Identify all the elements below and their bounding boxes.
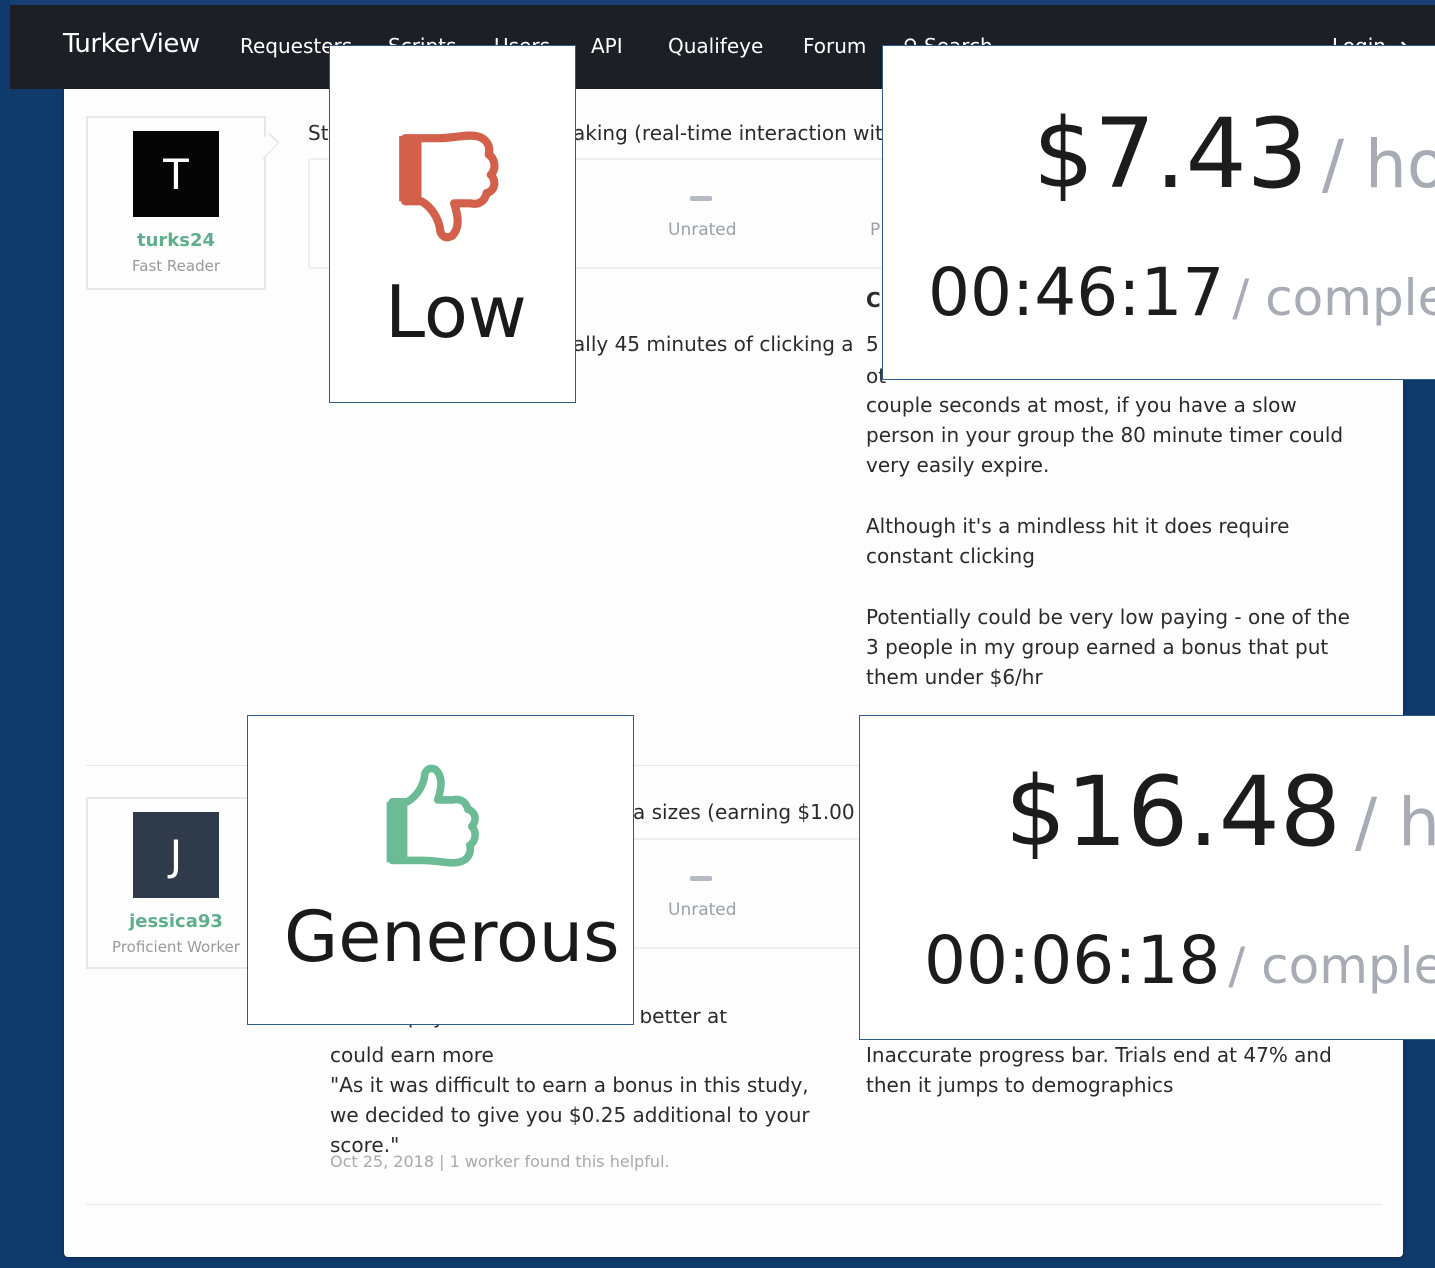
card-pointer bbox=[252, 132, 280, 160]
review-title-start: St bbox=[308, 121, 329, 145]
hourly-pay: $7.43/ hou bbox=[1033, 98, 1435, 210]
thumbs-down-icon bbox=[399, 131, 499, 242]
username[interactable]: turks24 bbox=[88, 230, 264, 251]
review-cons-paragraph: Potentially could be very low paying - o… bbox=[866, 605, 1350, 689]
completion-time: 00:06:18/ completio bbox=[924, 922, 1435, 999]
hourly-pay-unit: / hou bbox=[1321, 126, 1435, 203]
hourly-pay-value: $7.43 bbox=[1033, 98, 1308, 210]
pay-overlay: $16.48/ ho 00:06:18/ completio bbox=[859, 715, 1435, 1040]
nav-api[interactable]: API bbox=[591, 34, 623, 58]
completion-time-unit: / completio bbox=[1228, 937, 1435, 995]
avatar[interactable]: J bbox=[133, 812, 219, 898]
hourly-pay-unit: / ho bbox=[1354, 784, 1435, 861]
hourly-pay-value: $16.48 bbox=[1005, 756, 1341, 868]
review-title: aking (real-time interaction with bbox=[573, 121, 896, 145]
review-cons: couple seconds at most, if you have a sl… bbox=[866, 393, 1344, 477]
cons-heading: C bbox=[866, 288, 881, 312]
verdict-overlay: Low bbox=[329, 45, 576, 403]
rating-label-extra: P bbox=[870, 220, 881, 240]
completion-time: 00:46:17/ completio bbox=[928, 254, 1435, 331]
rating-label: Unrated bbox=[668, 220, 737, 240]
divider bbox=[86, 1204, 1382, 1205]
hourly-pay: $16.48/ ho bbox=[1005, 756, 1435, 868]
rating-label: Unrated bbox=[668, 900, 737, 920]
avatar[interactable]: T bbox=[133, 131, 219, 217]
review-cons: Inaccurate progress bar. Trials end at 4… bbox=[866, 1043, 1332, 1097]
review-meta: Oct 25, 2018 | 1 worker found this helpf… bbox=[330, 1152, 670, 1171]
user-card: T turks24 Fast Reader bbox=[86, 116, 280, 290]
nav-forum[interactable]: Forum bbox=[803, 34, 866, 58]
window-left-edge bbox=[0, 0, 10, 1268]
user-rank: Fast Reader bbox=[132, 257, 220, 275]
completion-time-value: 00:06:18 bbox=[924, 922, 1221, 999]
brand-logo[interactable]: TurkerView bbox=[63, 29, 200, 59]
cons-line-fragment: 5 bbox=[866, 332, 879, 356]
thumbs-up-icon bbox=[386, 764, 479, 867]
completion-time-value: 00:46:17 bbox=[928, 254, 1225, 331]
verdict-label: Generous bbox=[284, 896, 620, 978]
verdict-overlay: Generous bbox=[247, 715, 634, 1025]
review-pros: ally 45 minutes of clicking a bbox=[573, 332, 854, 356]
dash-icon bbox=[690, 876, 712, 881]
user-rank: Proficient Worker bbox=[112, 938, 240, 956]
review-cons-paragraph: Although it's a mindless hit it does req… bbox=[866, 514, 1290, 568]
nav-qualifeye[interactable]: Qualifeye bbox=[668, 34, 763, 58]
user-card: J jessica93 Proficient Worker bbox=[86, 797, 266, 969]
review-pros: could earn more "As it was difficult to … bbox=[330, 1043, 810, 1157]
username[interactable]: jessica93 bbox=[88, 911, 264, 932]
review-title: a sizes (earning $1.00 fla bbox=[633, 800, 886, 824]
dash-icon bbox=[690, 196, 712, 201]
pay-overlay: $7.43/ hou 00:46:17/ completio bbox=[882, 45, 1435, 380]
completion-time-unit: / completio bbox=[1232, 269, 1435, 327]
verdict-label: Low bbox=[385, 270, 527, 354]
